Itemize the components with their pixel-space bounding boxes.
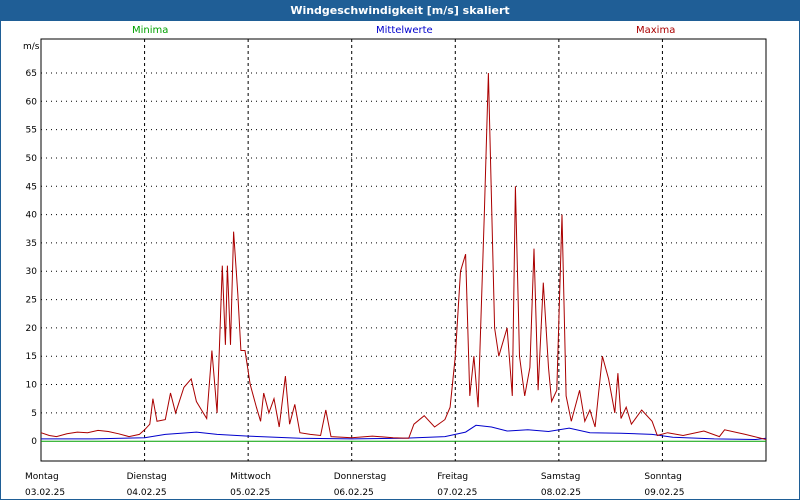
day-name: Mittwoch: [230, 472, 271, 482]
day-name: Freitag: [437, 472, 469, 482]
plot-frame: [40, 38, 767, 462]
x-tick-day-label: Freitag 07.02.25: [437, 469, 477, 501]
day-date: 06.02.25: [333, 488, 374, 498]
y-tick-label: 45: [26, 182, 37, 192]
chart-window: Windgeschwindigkeit [m/s] skaliert Minim…: [0, 0, 800, 500]
y-tick-label: 15: [26, 352, 37, 362]
y-tick-label: 30: [26, 267, 38, 277]
x-tick-day-label: Donnerstag 06.02.25: [334, 469, 387, 501]
y-tick-label: 50: [26, 154, 38, 164]
x-tick-day-label: Dienstag 04.02.25: [127, 469, 167, 501]
x-tick-day-label: Montag 03.02.25: [25, 469, 65, 501]
y-tick-label: 5: [31, 409, 37, 419]
x-tick-day-label: Sonntag 09.02.25: [644, 469, 684, 501]
day-date: 08.02.25: [540, 488, 581, 498]
plot-area: m/s 0 5 10 15 20 25 30 35 40 45 50 55 60 65: [23, 38, 767, 462]
day-date: 04.02.25: [126, 488, 167, 498]
x-tick-day-label: Mittwoch 05.02.25: [230, 469, 271, 501]
y-tick-label: 40: [26, 211, 38, 221]
x-tick-day-label: Samstag 08.02.25: [541, 469, 581, 501]
day-date: 03.02.25: [25, 488, 66, 498]
y-tick-label: 20: [26, 324, 38, 334]
y-tick-label: 60: [26, 97, 38, 107]
day-name: Donnerstag: [333, 472, 387, 482]
day-date: 09.02.25: [644, 488, 685, 498]
day-name: Montag: [25, 472, 59, 482]
y-tick-label: 35: [26, 239, 37, 249]
y-axis-unit-label: m/s: [23, 42, 40, 52]
day-date: 05.02.25: [230, 488, 271, 498]
day-name: Dienstag: [126, 472, 167, 482]
y-tick-label: 10: [26, 381, 38, 391]
day-name: Samstag: [540, 472, 581, 482]
y-tick-label: 0: [31, 437, 37, 447]
y-tick-label: 55: [26, 126, 37, 136]
y-tick-label: 25: [26, 296, 37, 306]
day-date: 07.02.25: [437, 488, 478, 498]
day-name: Sonntag: [644, 472, 682, 482]
y-tick-label: 65: [26, 69, 37, 79]
